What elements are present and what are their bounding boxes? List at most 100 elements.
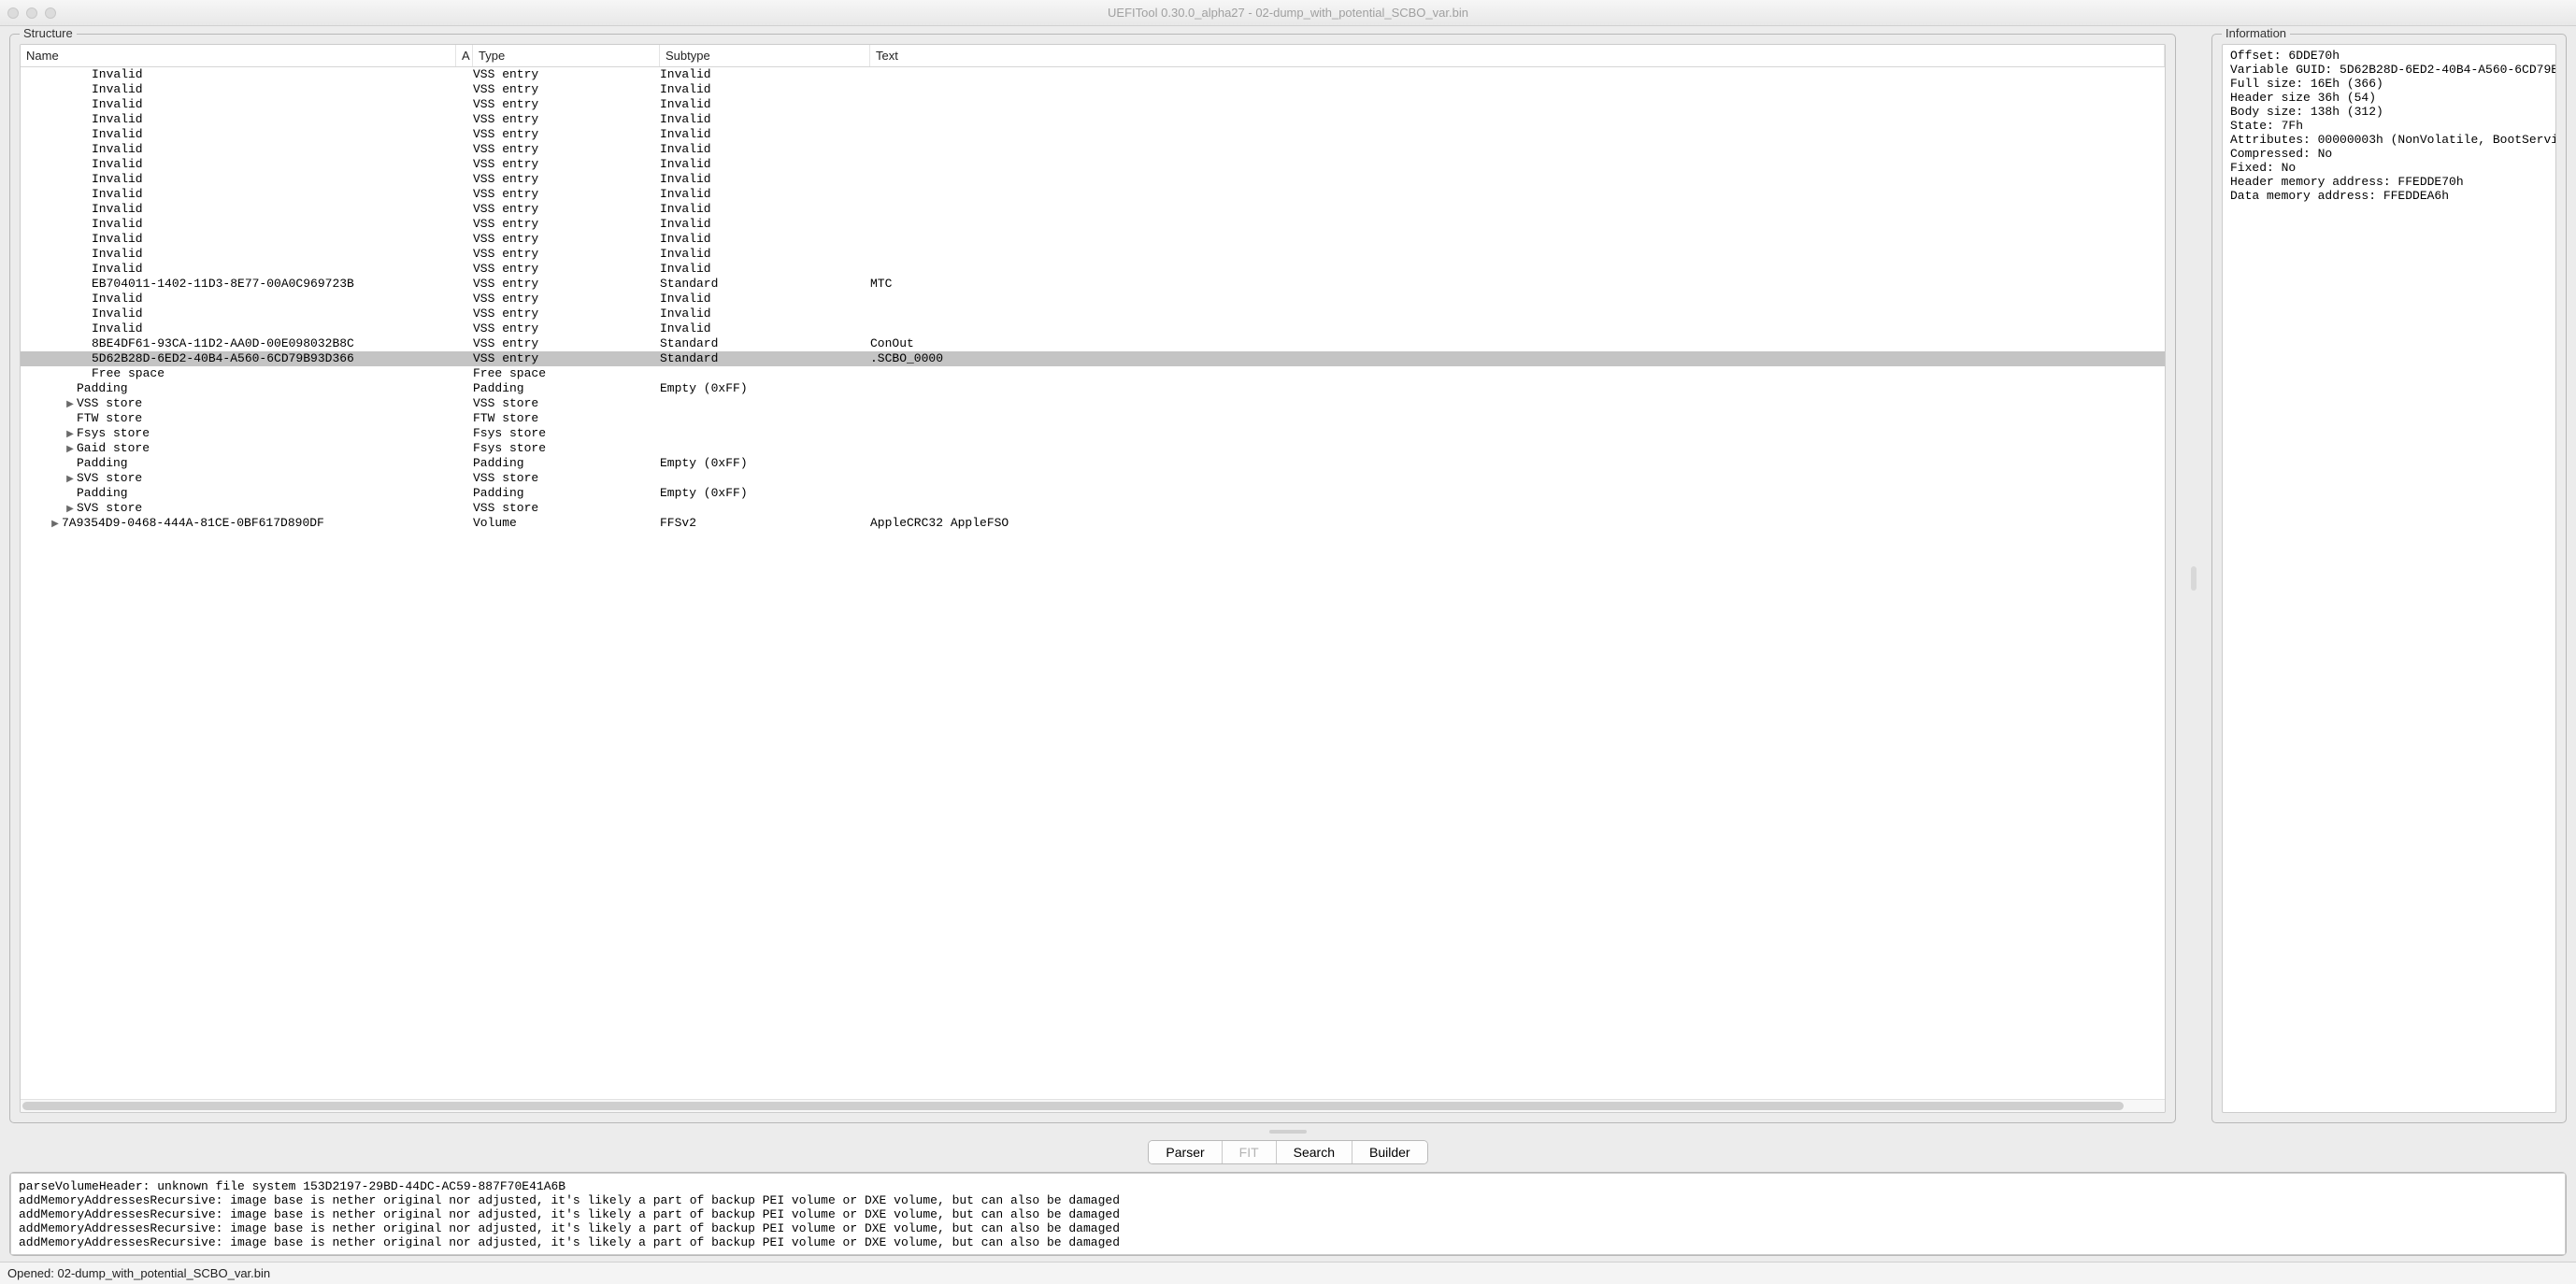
- row-type: VSS entry: [473, 67, 660, 82]
- row-text: AppleCRC32 AppleFSO: [870, 516, 2165, 531]
- row-name: 8BE4DF61-93CA-11D2-AA0D-00E098032B8C: [92, 336, 354, 350]
- disclosure-triangle-icon[interactable]: ▶: [65, 472, 75, 486]
- table-row[interactable]: PaddingPaddingEmpty (0xFF): [21, 381, 2165, 396]
- row-name: Invalid: [92, 247, 143, 261]
- row-name: Invalid: [92, 187, 143, 201]
- row-name: Invalid: [92, 127, 143, 141]
- row-type: VSS store: [473, 471, 660, 486]
- row-subtype: Invalid: [660, 321, 870, 336]
- row-name: SVS store: [77, 471, 142, 485]
- tab-search[interactable]: Search: [1277, 1141, 1352, 1163]
- table-row[interactable]: ▶7A9354D9-0468-444A-81CE-0BF617D890DFVol…: [21, 516, 2165, 531]
- table-row[interactable]: ▶VSS storeVSS store: [21, 396, 2165, 411]
- disclosure-triangle-icon[interactable]: ▶: [65, 427, 75, 441]
- statusbar: Opened: 02-dump_with_potential_SCBO_var.…: [0, 1262, 2576, 1284]
- zoom-icon[interactable]: [45, 7, 56, 19]
- row-subtype: Invalid: [660, 217, 870, 232]
- table-row[interactable]: InvalidVSS entryInvalid: [21, 142, 2165, 157]
- table-row[interactable]: InvalidVSS entryInvalid: [21, 232, 2165, 247]
- table-row[interactable]: Free space Free space: [21, 366, 2165, 381]
- row-name: VSS store: [77, 396, 142, 410]
- table-row[interactable]: EB704011-1402-11D3-8E77-00A0C969723BVSS …: [21, 277, 2165, 292]
- row-type: VSS entry: [473, 307, 660, 321]
- col-name[interactable]: Name: [21, 45, 456, 66]
- vertical-splitter[interactable]: [2187, 34, 2200, 1123]
- table-row[interactable]: ▶Fsys storeFsys store: [21, 426, 2165, 441]
- table-row[interactable]: InvalidVSS entryInvalid: [21, 307, 2165, 321]
- row-subtype: Standard: [660, 277, 870, 292]
- table-row[interactable]: InvalidVSS entryInvalid: [21, 202, 2165, 217]
- table-row[interactable]: InvalidVSS entryInvalid: [21, 321, 2165, 336]
- row-text: [870, 202, 2165, 217]
- row-subtype: Invalid: [660, 232, 870, 247]
- table-row[interactable]: FTW storeFTW store: [21, 411, 2165, 426]
- table-row[interactable]: 8BE4DF61-93CA-11D2-AA0D-00E098032B8C VSS …: [21, 336, 2165, 351]
- disclosure-triangle-icon[interactable]: ▶: [65, 397, 75, 411]
- table-row[interactable]: InvalidVSS entryInvalid: [21, 247, 2165, 262]
- row-name: Invalid: [92, 292, 143, 306]
- row-type: VSS entry: [473, 336, 660, 351]
- information-text[interactable]: Offset: 6DDE70h Variable GUID: 5D62B28D-…: [2223, 45, 2555, 1112]
- row-type: VSS entry: [473, 97, 660, 112]
- table-row[interactable]: InvalidVSS entryInvalid: [21, 127, 2165, 142]
- col-type[interactable]: Type: [473, 45, 660, 66]
- structure-table-body[interactable]: InvalidVSS entryInvalidInvalidVSS entryI…: [21, 67, 2165, 1099]
- row-type: VSS entry: [473, 232, 660, 247]
- horizontal-splitter[interactable]: [0, 1127, 2576, 1136]
- row-text: [870, 471, 2165, 486]
- table-row[interactable]: InvalidVSS entryInvalid: [21, 217, 2165, 232]
- row-text: [870, 426, 2165, 441]
- row-type: Free space: [473, 366, 660, 381]
- table-row[interactable]: InvalidVSS entryInvalid: [21, 187, 2165, 202]
- table-row[interactable]: InvalidVSS entryInvalid: [21, 82, 2165, 97]
- tab-fit[interactable]: FIT: [1223, 1141, 1277, 1163]
- row-name: Invalid: [92, 307, 143, 321]
- tab-parser[interactable]: Parser: [1149, 1141, 1222, 1163]
- row-name: FTW store: [77, 411, 142, 425]
- disclosure-triangle-icon[interactable]: ▶: [65, 502, 75, 516]
- row-type: Fsys store: [473, 441, 660, 456]
- col-a[interactable]: A: [456, 45, 473, 66]
- table-row[interactable]: InvalidVSS entryInvalid: [21, 112, 2165, 127]
- col-text[interactable]: Text: [870, 45, 2165, 66]
- disclosure-triangle-icon[interactable]: ▶: [50, 517, 60, 531]
- row-type: VSS entry: [473, 82, 660, 97]
- table-row[interactable]: InvalidVSS entryInvalid: [21, 262, 2165, 277]
- row-type: VSS entry: [473, 247, 660, 262]
- row-type: Padding: [473, 486, 660, 501]
- console-output[interactable]: parseVolumeHeader: unknown file system 1…: [10, 1173, 2566, 1255]
- table-row[interactable]: ▶Gaid storeFsys store: [21, 441, 2165, 456]
- table-row[interactable]: PaddingPaddingEmpty (0xFF): [21, 456, 2165, 471]
- row-text: [870, 172, 2165, 187]
- row-name: Invalid: [92, 232, 143, 246]
- row-type: Padding: [473, 381, 660, 396]
- row-type: VSS entry: [473, 292, 660, 307]
- row-type: VSS entry: [473, 187, 660, 202]
- row-name: 7A9354D9-0468-444A-81CE-0BF617D890DF: [62, 516, 324, 530]
- disclosure-triangle-icon[interactable]: ▶: [65, 442, 75, 456]
- table-row[interactable]: InvalidVSS entryInvalid: [21, 97, 2165, 112]
- col-subtype[interactable]: Subtype: [660, 45, 870, 66]
- row-name: Invalid: [92, 112, 143, 126]
- minimize-icon[interactable]: [26, 7, 37, 19]
- row-name: Free space: [92, 366, 165, 380]
- table-row[interactable]: ▶SVS store VSS store: [21, 471, 2165, 486]
- horizontal-scrollbar[interactable]: [21, 1099, 2165, 1112]
- table-row[interactable]: InvalidVSS entryInvalid: [21, 157, 2165, 172]
- row-text: [870, 82, 2165, 97]
- table-row[interactable]: ▶SVS storeVSS store: [21, 501, 2165, 516]
- table-row[interactable]: InvalidVSS entryInvalid: [21, 172, 2165, 187]
- close-icon[interactable]: [7, 7, 19, 19]
- tab-builder[interactable]: Builder: [1352, 1141, 1427, 1163]
- row-text: [870, 381, 2165, 396]
- row-name: SVS store: [77, 501, 142, 515]
- table-row[interactable]: InvalidVSS entryInvalid: [21, 292, 2165, 307]
- row-subtype: Invalid: [660, 97, 870, 112]
- table-row[interactable]: PaddingPaddingEmpty (0xFF): [21, 486, 2165, 501]
- row-subtype: Invalid: [660, 202, 870, 217]
- row-subtype: Invalid: [660, 172, 870, 187]
- row-type: Fsys store: [473, 426, 660, 441]
- table-row[interactable]: 5D62B28D-6ED2-40B4-A560-6CD79B93D366VSS …: [21, 351, 2165, 366]
- table-row[interactable]: InvalidVSS entryInvalid: [21, 67, 2165, 82]
- row-name: EB704011-1402-11D3-8E77-00A0C969723B: [92, 277, 354, 291]
